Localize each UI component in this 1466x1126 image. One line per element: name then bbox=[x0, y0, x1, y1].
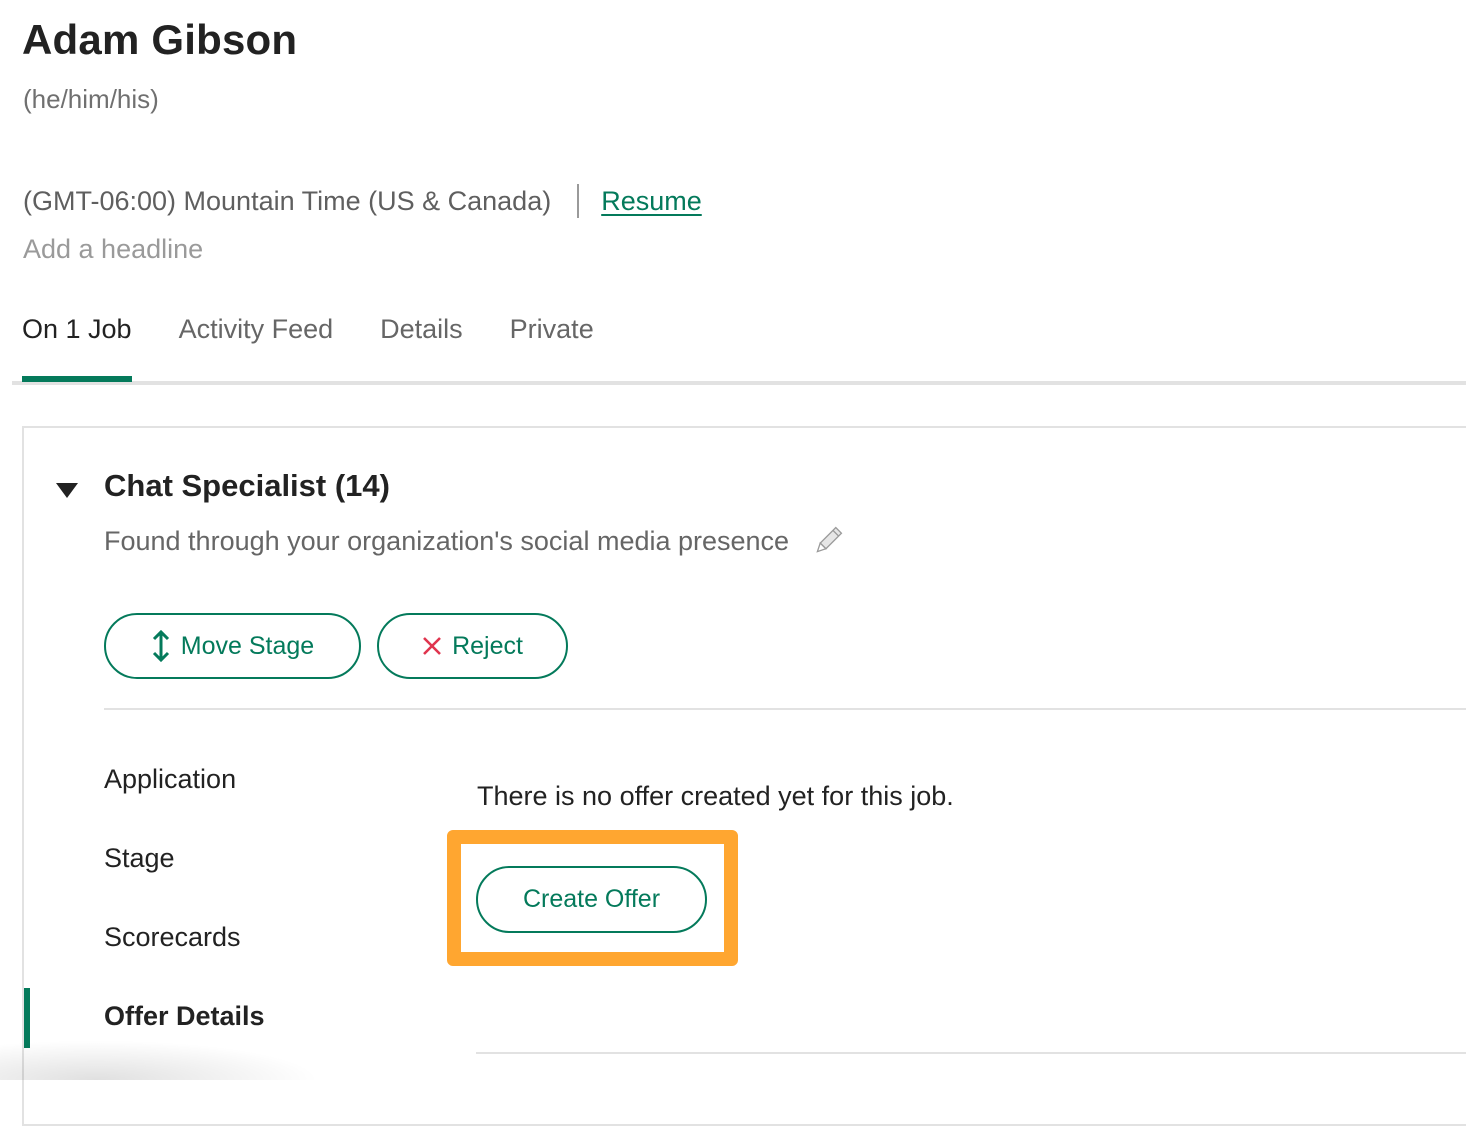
vertical-arrows-icon bbox=[151, 629, 171, 663]
move-stage-label: Move Stage bbox=[180, 631, 315, 660]
x-icon bbox=[422, 636, 442, 656]
candidate-meta-row: (GMT-06:00) Mountain Time (US & Canada) … bbox=[23, 184, 702, 218]
job-title: Chat Specialist (14) bbox=[104, 468, 390, 503]
create-offer-button[interactable]: Create Offer bbox=[476, 866, 707, 933]
side-nav-offer-details[interactable]: Offer Details bbox=[104, 1001, 265, 1032]
tab-on-1-job[interactable]: On 1 Job bbox=[22, 314, 132, 345]
actions-divider bbox=[104, 708, 1466, 710]
reject-label: Reject bbox=[452, 631, 523, 660]
meta-separator bbox=[577, 184, 580, 218]
tabs-divider bbox=[12, 381, 1466, 385]
pencil-icon[interactable] bbox=[809, 522, 847, 560]
active-tab-indicator bbox=[22, 376, 132, 382]
move-stage-button[interactable]: Move Stage bbox=[104, 613, 361, 679]
job-source: Found through your organization's social… bbox=[104, 525, 790, 556]
tab-activity-feed[interactable]: Activity Feed bbox=[179, 314, 334, 345]
caret-down-icon[interactable] bbox=[56, 483, 78, 498]
side-nav-stage[interactable]: Stage bbox=[104, 843, 175, 874]
side-nav-application[interactable]: Application bbox=[104, 764, 236, 795]
tab-private[interactable]: Private bbox=[510, 314, 594, 345]
side-nav-scorecards[interactable]: Scorecards bbox=[104, 922, 241, 953]
reject-button[interactable]: Reject bbox=[377, 613, 568, 679]
candidate-pronouns: (he/him/his) bbox=[23, 84, 159, 114]
add-headline-link[interactable]: Add a headline bbox=[23, 234, 203, 265]
tab-details[interactable]: Details bbox=[380, 314, 463, 345]
no-offer-message: There is no offer created yet for this j… bbox=[477, 781, 954, 811]
resume-link[interactable]: Resume bbox=[601, 186, 702, 217]
job-source-row: Found through your organization's social… bbox=[104, 522, 847, 560]
candidate-name: Adam Gibson bbox=[22, 16, 298, 63]
candidate-timezone: (GMT-06:00) Mountain Time (US & Canada) bbox=[23, 185, 552, 216]
profile-tabs: On 1 Job Activity Feed Details Private bbox=[22, 314, 641, 345]
active-nav-indicator bbox=[24, 988, 30, 1048]
offer-section-divider bbox=[476, 1052, 1466, 1054]
